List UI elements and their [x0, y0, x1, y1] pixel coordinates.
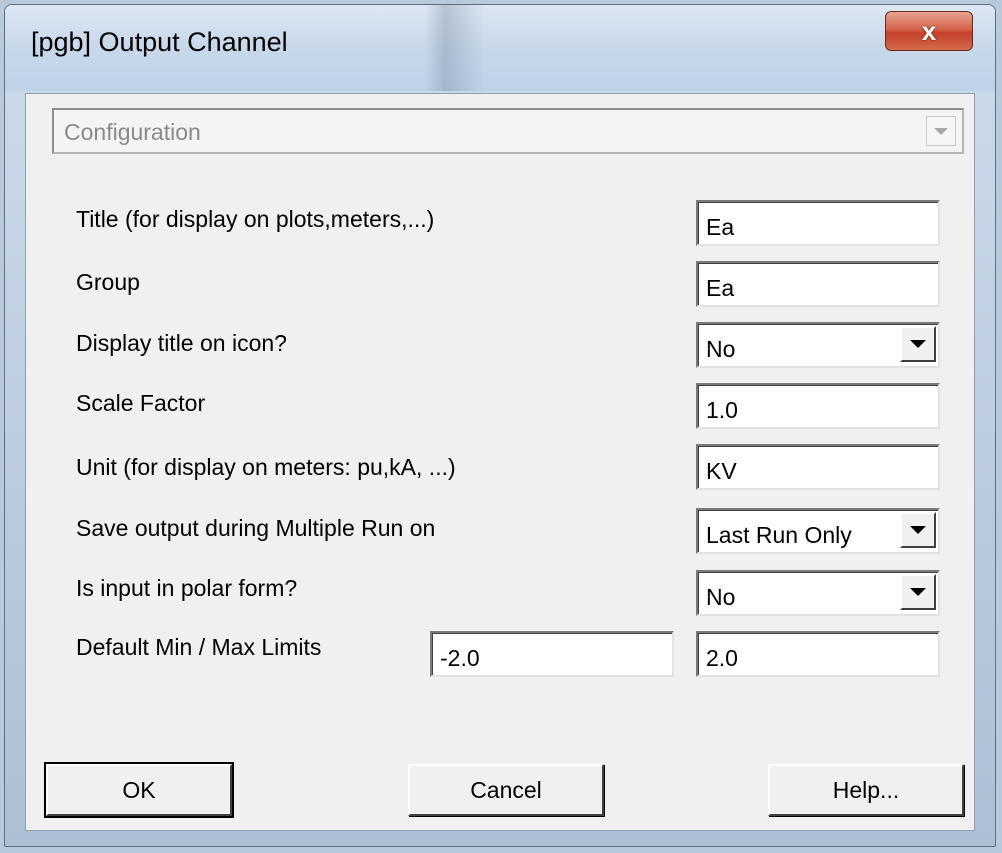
limits-label: Default Min / Max Limits [76, 634, 322, 660]
display-title-label: Display title on icon? [76, 330, 287, 356]
chevron-down-icon[interactable] [900, 574, 936, 610]
dialog-body: Configuration Title (for display on plot… [25, 93, 975, 831]
unit-input[interactable]: KV [696, 444, 940, 490]
save-output-select[interactable]: Last Run Only [696, 508, 940, 554]
scale-factor-value: 1.0 [706, 397, 738, 423]
ok-button[interactable]: OK [44, 762, 234, 818]
cancel-button[interactable]: Cancel [408, 764, 604, 816]
display-title-value: No [706, 336, 736, 362]
display-title-select[interactable]: No [696, 322, 940, 368]
chevron-down-icon[interactable] [900, 512, 936, 548]
help-button-label: Help... [832, 776, 900, 803]
cancel-button-label: Cancel [470, 776, 542, 803]
configuration-value: Configuration [64, 119, 201, 145]
chevron-down-icon [926, 116, 956, 146]
ok-button-label: OK [122, 776, 156, 803]
polar-form-label: Is input in polar form? [76, 575, 298, 601]
save-output-label: Save output during Multiple Run on [76, 515, 436, 541]
title-input-value: Ea [706, 214, 735, 240]
max-limit-value: 2.0 [706, 645, 738, 671]
scale-factor-input[interactable]: 1.0 [696, 383, 940, 429]
min-limit-value: -2.0 [440, 645, 480, 671]
polar-form-select[interactable]: No [696, 570, 940, 616]
title-input[interactable]: Ea [696, 200, 940, 246]
unit-input-value: KV [706, 458, 737, 484]
max-limit-input[interactable]: 2.0 [696, 631, 940, 677]
group-input[interactable]: Ea [696, 261, 940, 307]
group-label: Group [76, 269, 140, 295]
min-limit-input[interactable]: -2.0 [430, 631, 674, 677]
dialog-window: [pgb] Output Channel x Configuration Tit… [4, 4, 996, 847]
unit-label: Unit (for display on meters: pu,kA, ...) [76, 454, 456, 480]
window-title: [pgb] Output Channel [31, 27, 288, 57]
polar-form-value: No [706, 584, 736, 610]
help-button[interactable]: Help... [768, 764, 964, 816]
scale-factor-label: Scale Factor [76, 390, 206, 416]
save-output-value: Last Run Only [706, 522, 852, 548]
configuration-combo: Configuration [52, 108, 964, 154]
title-bar[interactable]: [pgb] Output Channel x [5, 5, 995, 91]
close-icon: x [921, 15, 937, 46]
chevron-down-icon[interactable] [900, 326, 936, 362]
title-label: Title (for display on plots,meters,...) [76, 206, 435, 232]
group-input-value: Ea [706, 275, 735, 301]
close-button[interactable]: x [885, 11, 973, 51]
